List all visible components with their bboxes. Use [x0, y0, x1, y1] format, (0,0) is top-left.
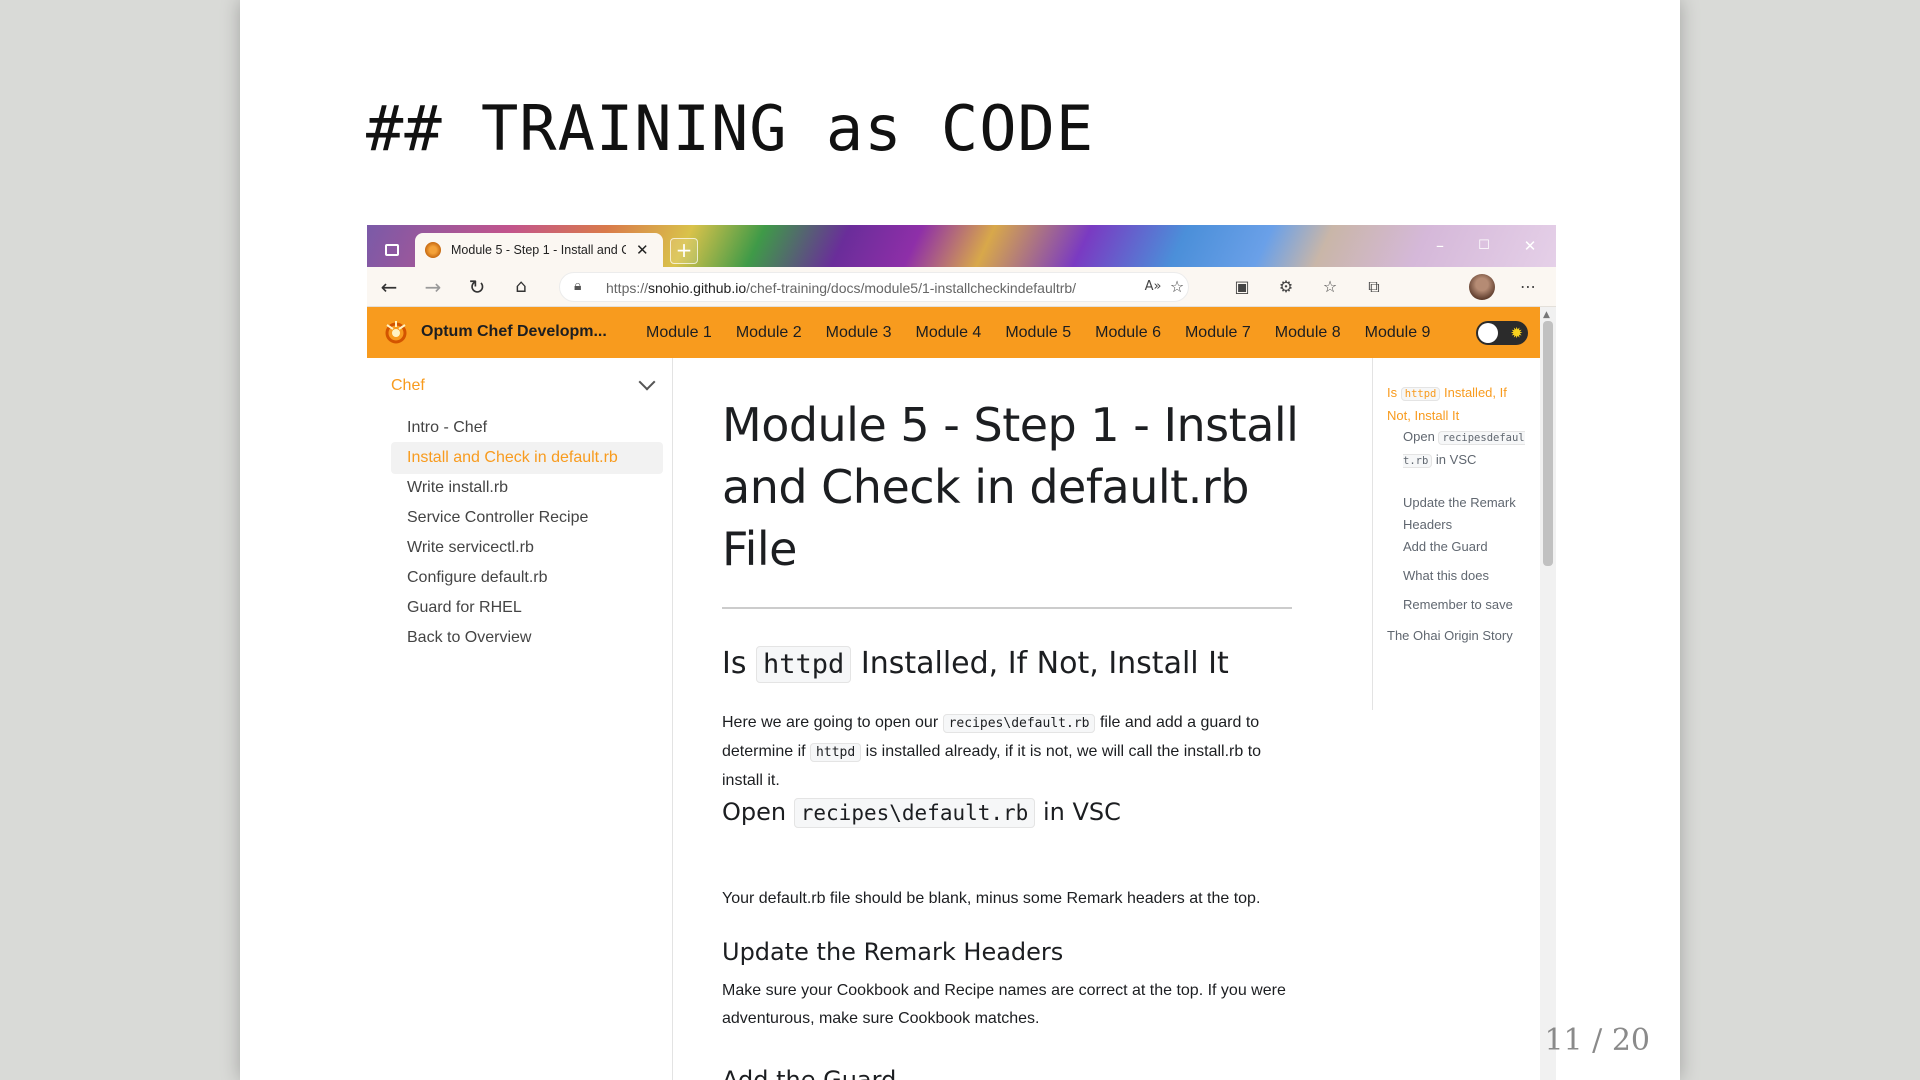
favorites-icon[interactable]: ☆	[1317, 275, 1343, 299]
browser-tab[interactable]: Module 5 - Step 1 - Install and Check in…	[415, 233, 663, 267]
sidebar-item-configure-default[interactable]: Configure default.rb	[391, 562, 663, 594]
nav-module-4[interactable]: Module 4	[915, 324, 981, 342]
refresh-icon[interactable]: ↻	[463, 275, 491, 299]
extension-icon[interactable]: ▣	[1229, 275, 1255, 299]
nav-module-5[interactable]: Module 5	[1005, 324, 1071, 342]
sidebar-item-guard-rhel[interactable]: Guard for RHEL	[391, 592, 663, 624]
browser-screenshot: Module 5 - Step 1 - Install and Check in…	[367, 225, 1556, 1080]
sidebar-category-label: Chef	[391, 377, 425, 394]
profile-avatar[interactable]	[1469, 274, 1495, 300]
module-links: Module 1 Module 2 Module 3 Module 4 Modu…	[646, 307, 1454, 358]
toc-item-httpd[interactable]: Is httpd Installed, If Not, Install It	[1387, 382, 1527, 427]
favorite-add-icon[interactable]: ☆	[1164, 275, 1190, 299]
paragraph-default-blank: Your default.rb file should be blank, mi…	[722, 890, 1261, 907]
forward-arrow-icon[interactable]: →	[419, 275, 447, 299]
toc-item-remark[interactable]: Update the Remark Headers	[1403, 492, 1525, 536]
toc-item-remember-save[interactable]: Remember to save	[1403, 594, 1513, 616]
title-divider	[722, 607, 1292, 609]
sidebar-item-write-install[interactable]: Write install.rb	[391, 472, 663, 504]
maximize-button[interactable]: ☐	[1461, 231, 1507, 261]
close-tab-icon[interactable]: ✕	[636, 241, 649, 259]
url-text: https://snohio.github.io/chef-training/d…	[606, 280, 1077, 296]
sun-icon: ✹	[1510, 324, 1523, 342]
back-arrow-icon[interactable]: ←	[375, 275, 403, 299]
table-of-contents: Is httpd Installed, If Not, Install It O…	[1372, 358, 1532, 710]
scrollbar-thumb[interactable]	[1543, 321, 1553, 566]
chef-favicon-icon	[425, 242, 441, 258]
url-bar[interactable]: 🔒︎ https://snohio.github.io/chef-trainin…	[559, 272, 1189, 302]
lock-icon: 🔒︎	[574, 278, 582, 294]
slide: ## TRAINING as CODE Module 5 - Step 1 - …	[240, 0, 1680, 1080]
section-heading-open: Open recipes\default.rb in VSC	[722, 798, 1121, 828]
new-tab-button[interactable]: +	[670, 238, 698, 264]
site-title[interactable]: Optum Chef Developm...	[421, 323, 607, 341]
page-scrollbar[interactable]: ▲	[1540, 307, 1556, 1080]
site-logo-icon[interactable]	[383, 319, 409, 345]
browser-titlebar: Module 5 - Step 1 - Install and Check in…	[367, 225, 1556, 267]
sidebar-toggle-button[interactable]	[373, 233, 411, 267]
theme-toggle[interactable]: ✹	[1476, 321, 1528, 345]
sidebar-item-intro[interactable]: Intro - Chef	[391, 412, 663, 444]
sidebar-item-back-overview[interactable]: Back to Overview	[391, 622, 663, 654]
web-page: Optum Chef Developm... Module 1 Module 2…	[367, 307, 1556, 1080]
toc-item-open[interactable]: Open recipesdefault.rb in VSC	[1403, 426, 1525, 472]
chevron-down-icon[interactable]	[638, 373, 656, 391]
scroll-up-icon[interactable]: ▲	[1543, 310, 1550, 320]
tab-actions-icon	[385, 244, 399, 256]
slide-title: ## TRAINING as CODE	[366, 92, 1095, 165]
sidebar-item-write-servicectl[interactable]: Write servicectl.rb	[391, 532, 663, 564]
toc-item-guard[interactable]: Add the Guard	[1403, 536, 1488, 558]
collections-icon[interactable]: ⧉	[1361, 275, 1387, 299]
nav-module-1[interactable]: Module 1	[646, 324, 712, 342]
puzzle-icon[interactable]: ⚙	[1273, 275, 1299, 299]
close-window-button[interactable]: ✕	[1507, 231, 1553, 261]
page-title: Module 5 - Step 1 - Install and Check in…	[722, 398, 1299, 576]
section-heading-httpd: Is httpd Installed, If Not, Install It	[722, 646, 1229, 683]
sidebar-category-chef[interactable]: Chef	[391, 372, 667, 400]
site-navbar: Optum Chef Developm... Module 1 Module 2…	[367, 307, 1540, 358]
toggle-knob	[1478, 323, 1498, 343]
nav-module-2[interactable]: Module 2	[736, 324, 802, 342]
nav-module-6[interactable]: Module 6	[1095, 324, 1161, 342]
tab-title: Module 5 - Step 1 - Install and Check in…	[451, 243, 626, 257]
nav-module-9[interactable]: Module 9	[1365, 324, 1431, 342]
sidebar-item-install-check[interactable]: Install and Check in default.rb	[391, 442, 663, 474]
home-icon[interactable]: ⌂	[507, 275, 535, 299]
minimize-button[interactable]: –	[1417, 231, 1463, 261]
nav-module-3[interactable]: Module 3	[826, 324, 892, 342]
nav-module-7[interactable]: Module 7	[1185, 324, 1251, 342]
paragraph-names: Make sure your Cookbook and Recipe names…	[722, 982, 1286, 1027]
toc-item-ohai[interactable]: The Ohai Origin Story	[1387, 625, 1513, 647]
read-aloud-icon[interactable]: A»	[1140, 275, 1166, 299]
section-heading-guard: Add the Guard	[722, 1066, 897, 1080]
address-toolbar: ← → ↻ ⌂ 🔒︎ https://snohio.github.io/chef…	[367, 267, 1556, 307]
toc-item-what-this-does[interactable]: What this does	[1403, 565, 1489, 587]
more-icon[interactable]: ⋯	[1515, 275, 1541, 299]
section-heading-remark: Update the Remark Headers	[722, 938, 1064, 966]
paragraph-intro: Here we are going to open our recipes\de…	[722, 714, 1262, 789]
docs-sidebar: Chef Intro - Chef Install and Check in d…	[367, 358, 673, 1080]
sidebar-item-service-controller[interactable]: Service Controller Recipe	[391, 502, 663, 534]
slide-counter: 11 / 20	[1544, 1023, 1650, 1058]
nav-module-8[interactable]: Module 8	[1275, 324, 1341, 342]
